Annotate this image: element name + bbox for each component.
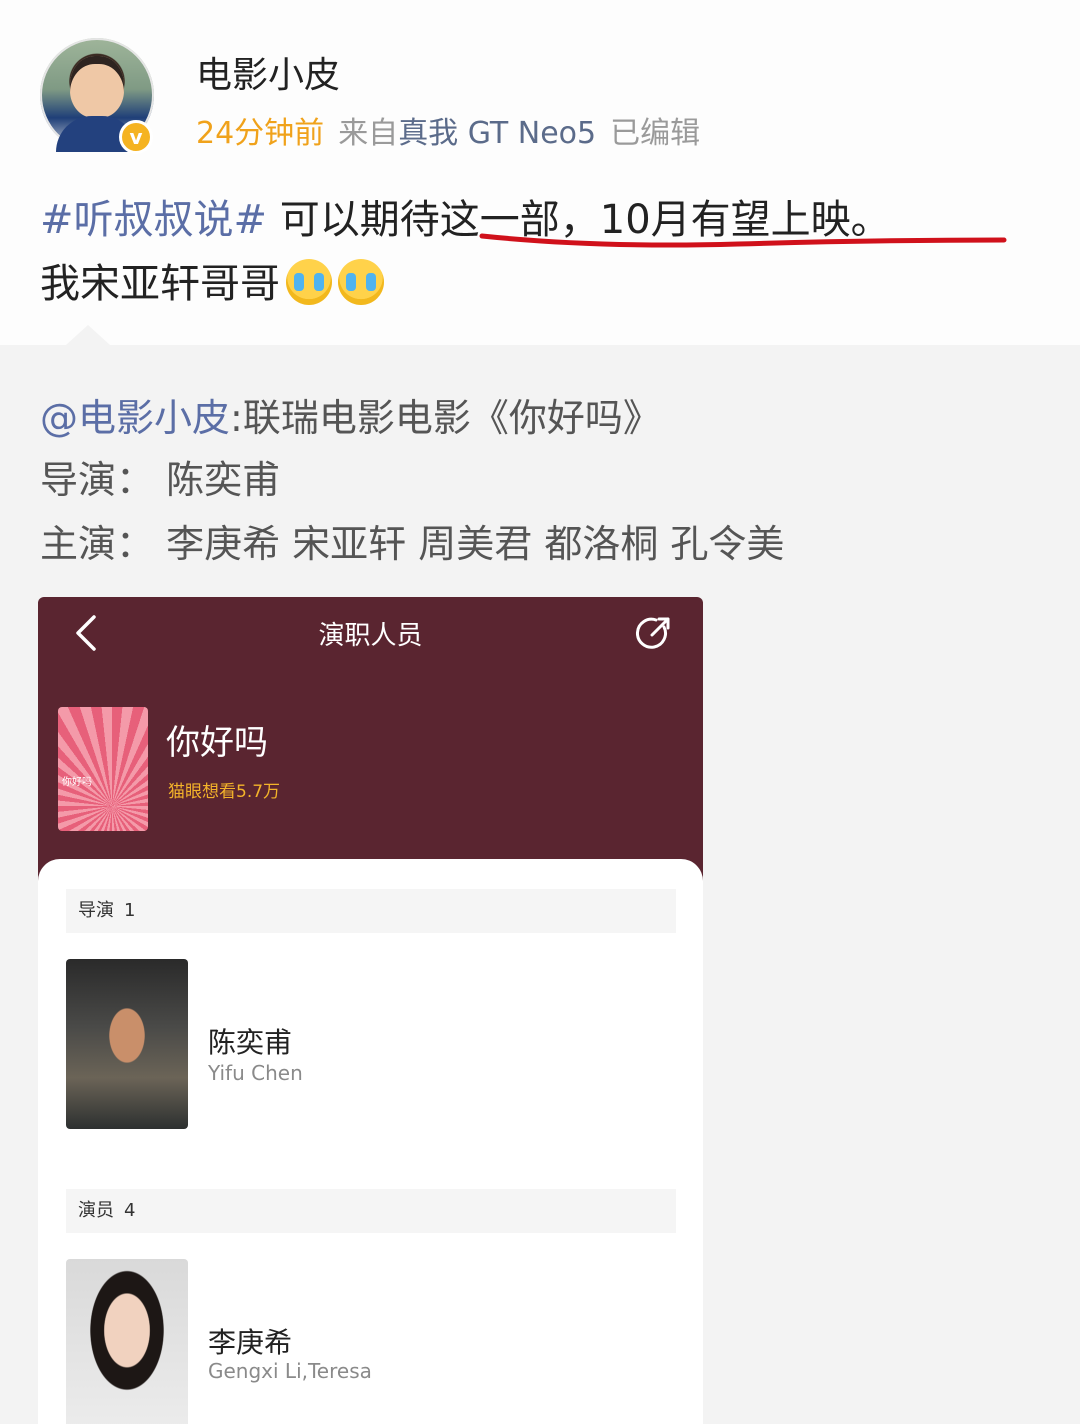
director-name[interactable]: 陈奕甫 <box>208 1021 292 1061</box>
movie-poster[interactable]: 你好吗 <box>58 707 148 831</box>
director-photo[interactable] <box>66 959 188 1129</box>
poster-title: 你好吗 <box>62 777 92 788</box>
director-section-header: 导演 1 <box>66 889 676 933</box>
edited-label: 已编辑 <box>610 116 701 151</box>
repost-title: @电影小皮:联瑞电影电影《你好吗》 <box>40 387 661 442</box>
source-prefix: 来自 <box>338 116 399 151</box>
cast-screenshot[interactable]: 演职人员 你好吗 你好吗 猫眼想看5.7万 导演 1 陈奕甫 Yifu Chen … <box>38 597 703 1424</box>
section-label: 演员 <box>78 1200 114 1221</box>
post-time: 24分钟前 <box>196 116 325 151</box>
repost-cast: 主演： 李庚希 宋亚轩 周美君 都洛桐 孔令美 <box>40 522 785 566</box>
post-meta: 24分钟前 来自真我 GT Neo5 已编辑 <box>196 108 714 152</box>
repost-director: 导演： 陈奕甫 <box>40 458 281 502</box>
section-count: 1 <box>124 900 136 921</box>
repost-arrow <box>66 325 110 345</box>
actor-photo[interactable] <box>66 1259 188 1424</box>
actor-section-header: 演员 4 <box>66 1189 676 1233</box>
repost-block[interactable]: @电影小皮:联瑞电影电影《你好吗》 导演： 陈奕甫 主演： 李庚希 宋亚轩 周美… <box>0 325 1080 1424</box>
hashtag-link[interactable]: #听叔叔说# <box>40 197 267 243</box>
device-link[interactable]: 真我 GT Neo5 <box>398 116 596 151</box>
repost-title-text: :联瑞电影电影《你好吗》 <box>230 396 661 440</box>
want-to-see-count: 猫眼想看5.7万 <box>168 782 281 802</box>
verified-icon: v <box>119 120 153 154</box>
crying-face-icon <box>338 259 384 305</box>
avatar-face <box>70 56 124 118</box>
username[interactable]: 电影小皮 <box>196 46 340 98</box>
cast-page-title: 演职人员 <box>318 621 423 651</box>
mention-link[interactable]: @电影小皮 <box>40 396 230 440</box>
cast-panel: 导演 1 陈奕甫 Yifu Chen 演员 4 李庚希 Gengxi Li,Tere… <box>38 859 703 1424</box>
share-icon[interactable] <box>634 613 674 653</box>
section-label: 导演 <box>78 900 114 921</box>
weibo-post: v 电影小皮 24分钟前 来自真我 GT Neo5 已编辑 #听叔叔说# 可以期待这… <box>0 0 1080 345</box>
actor-name[interactable]: 李庚希 <box>208 1321 292 1361</box>
post-text-2: 我宋亚轩哥哥 <box>40 261 280 307</box>
crying-face-icon <box>286 259 332 305</box>
red-underline-annotation <box>479 233 1007 248</box>
section-count: 4 <box>124 1200 136 1221</box>
actor-en-name: Gengxi Li,Teresa <box>208 1359 372 1383</box>
movie-name: 你好吗 <box>166 723 268 763</box>
director-en-name: Yifu Chen <box>208 1061 303 1085</box>
